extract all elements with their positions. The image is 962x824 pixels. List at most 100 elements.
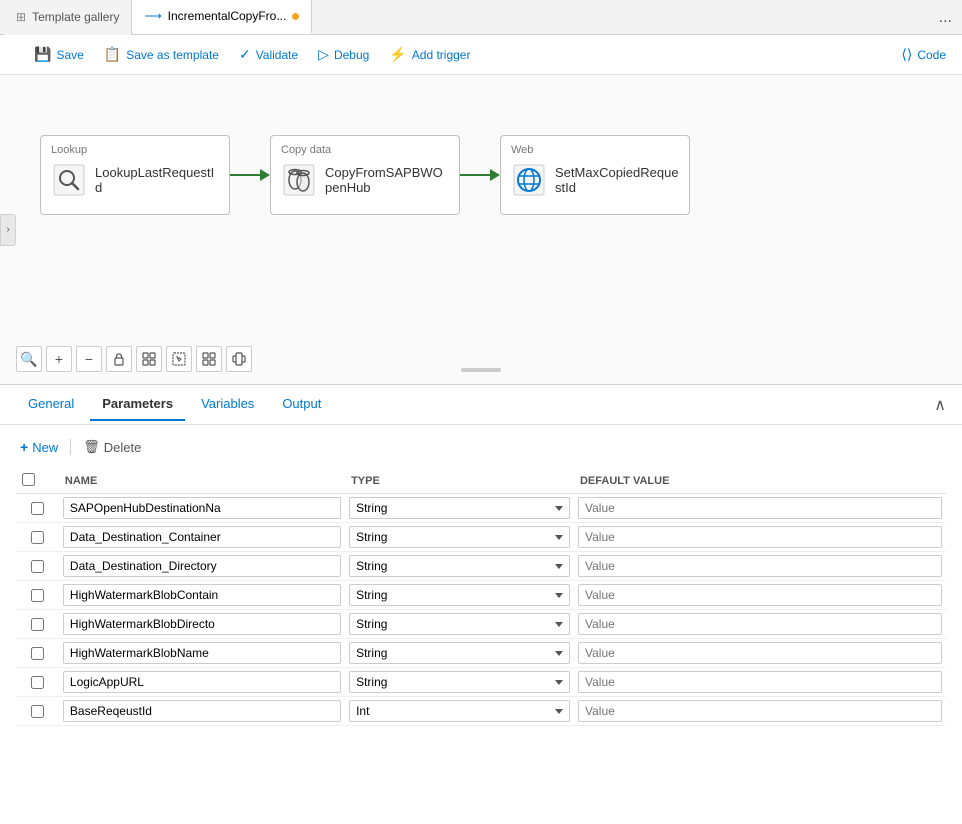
trigger-icon: ⚡ — [389, 46, 406, 63]
header-name: NAME — [59, 469, 345, 494]
pipeline-icon: ⟶ — [144, 9, 161, 23]
node-copy-name: CopyFromSAPBWOpenHub — [325, 165, 449, 195]
param-default-input-6[interactable] — [578, 671, 942, 693]
zoom-controls: 🔍 + − — [16, 346, 252, 372]
param-default-input-7[interactable] — [578, 700, 942, 722]
delete-parameter-button[interactable]: 🗑 Delete — [79, 435, 145, 459]
param-default-input-4[interactable] — [578, 613, 942, 635]
parameters-table: NAME TYPE DEFAULT VALUE String Int Bool … — [16, 469, 946, 726]
lookup-icon — [51, 162, 87, 198]
node-web-type-label: Web — [511, 144, 679, 156]
validate-icon: ✓ — [239, 46, 251, 63]
param-default-input-1[interactable] — [578, 526, 942, 548]
new-delete-toolbar: + New 🗑 Delete — [16, 435, 946, 459]
pipeline-flow: Lookup LookupLastRequestId Copy data — [40, 135, 690, 215]
tab-parameters[interactable]: Parameters — [90, 388, 185, 421]
header-type: TYPE — [345, 469, 574, 494]
table-row: String Int Bool Array Object Float — [16, 552, 946, 581]
save-button[interactable]: 💾 Save — [26, 42, 92, 67]
new-delete-separator — [70, 439, 71, 455]
more-tabs-button[interactable]: ... — [929, 0, 962, 35]
fit-to-screen-button[interactable] — [136, 346, 162, 372]
panel-tabs-row: General Parameters Variables Output ∧ — [0, 385, 962, 425]
param-type-select-1[interactable]: String Int Bool Array Object Float — [349, 526, 570, 548]
table-row: String Int Bool Array Object Float — [16, 668, 946, 697]
web-icon — [511, 162, 547, 198]
collapse-panel-button[interactable]: ∧ — [934, 395, 946, 415]
node-lookup-name: LookupLastRequestId — [95, 165, 219, 195]
unsaved-indicator — [292, 13, 299, 20]
row-checkbox-1[interactable] — [31, 531, 44, 544]
copy-data-icon — [281, 162, 317, 198]
collapse-nodes-button[interactable] — [226, 346, 252, 372]
param-name-input-7[interactable] — [63, 700, 341, 722]
tab-incremental-copy[interactable]: ⟶ IncrementalCopyFro... — [132, 0, 312, 34]
param-name-input-3[interactable] — [63, 584, 341, 606]
new-parameter-button[interactable]: + New — [16, 435, 62, 459]
param-type-select-7[interactable]: String Int Bool Array Object Float — [349, 700, 570, 722]
tab-output[interactable]: Output — [270, 388, 333, 421]
table-row: String Int Bool Array Object Float — [16, 639, 946, 668]
table-row: String Int Bool Array Object Float — [16, 697, 946, 726]
param-default-input-5[interactable] — [578, 642, 942, 664]
param-type-select-5[interactable]: String Int Bool Array Object Float — [349, 642, 570, 664]
param-name-input-2[interactable] — [63, 555, 341, 577]
param-default-input-2[interactable] — [578, 555, 942, 577]
debug-icon: ▷ — [318, 46, 329, 63]
tab-template-gallery[interactable]: ⊞ Template gallery — [4, 0, 132, 35]
zoom-out-button[interactable]: − — [76, 346, 102, 372]
select-all-checkbox[interactable] — [22, 473, 35, 486]
param-type-select-6[interactable]: String Int Bool Array Object Float — [349, 671, 570, 693]
node-web-name: SetMaxCopiedRequestId — [555, 165, 679, 195]
save-icon: 💾 — [34, 46, 51, 63]
chevron-right-icon: › — [6, 224, 9, 235]
sidebar-expand-button[interactable]: › — [0, 214, 16, 246]
node-lookup[interactable]: Lookup LookupLastRequestId — [40, 135, 230, 215]
code-icon: ⟨⟩ — [901, 46, 912, 63]
param-name-input-5[interactable] — [63, 642, 341, 664]
zoom-in-button[interactable]: + — [46, 346, 72, 372]
tab-bar: ⊞ Template gallery ⟶ IncrementalCopyFro.… — [0, 0, 962, 35]
row-checkbox-0[interactable] — [31, 502, 44, 515]
row-checkbox-7[interactable] — [31, 705, 44, 718]
add-trigger-button[interactable]: ⚡ Add trigger — [381, 42, 478, 67]
drag-handle[interactable] — [461, 368, 501, 372]
header-checkbox-col — [16, 469, 59, 494]
save-template-icon: 📋 — [104, 46, 121, 63]
table-row: String Int Bool Array Object Float — [16, 523, 946, 552]
param-name-input-0[interactable] — [63, 497, 341, 519]
node-web[interactable]: Web SetMaxCopiedRequestId — [500, 135, 690, 215]
lock-button[interactable] — [106, 346, 132, 372]
pipeline-canvas[interactable]: › Lookup LookupLastRequestId Copy data — [0, 75, 962, 385]
bottom-panel: General Parameters Variables Output ∧ + … — [0, 385, 962, 736]
param-type-select-4[interactable]: String Int Bool Array Object Float — [349, 613, 570, 635]
debug-button[interactable]: ▷ Debug — [310, 42, 377, 67]
select-tool-button[interactable] — [166, 346, 192, 372]
row-checkbox-2[interactable] — [31, 560, 44, 573]
param-name-input-1[interactable] — [63, 526, 341, 548]
code-button[interactable]: ⟨⟩ Code — [893, 42, 954, 67]
param-type-select-0[interactable]: String Int Bool Array Object Float — [349, 497, 570, 519]
param-default-input-0[interactable] — [578, 497, 942, 519]
row-checkbox-6[interactable] — [31, 676, 44, 689]
row-checkbox-5[interactable] — [31, 647, 44, 660]
param-type-select-3[interactable]: String Int Bool Array Object Float — [349, 584, 570, 606]
row-checkbox-4[interactable] — [31, 618, 44, 631]
trash-icon: 🗑 — [83, 439, 100, 455]
save-as-template-button[interactable]: 📋 Save as template — [96, 42, 227, 67]
node-copy-data[interactable]: Copy data CopyFromSAPBWOpenHub — [270, 135, 460, 215]
param-type-select-2[interactable]: String Int Bool Array Object Float — [349, 555, 570, 577]
tab-variables[interactable]: Variables — [189, 388, 266, 421]
node-copy-type-label: Copy data — [281, 144, 449, 156]
tab-general[interactable]: General — [16, 388, 86, 421]
search-zoom-button[interactable]: 🔍 — [16, 346, 42, 372]
param-name-input-4[interactable] — [63, 613, 341, 635]
table-row: String Int Bool Array Object Float — [16, 581, 946, 610]
param-name-input-6[interactable] — [63, 671, 341, 693]
validate-button[interactable]: ✓ Validate — [231, 42, 306, 67]
param-default-input-3[interactable] — [578, 584, 942, 606]
toolbar: 💾 Save 📋 Save as template ✓ Validate ▷ D… — [0, 35, 962, 75]
auto-layout-button[interactable] — [196, 346, 222, 372]
row-checkbox-3[interactable] — [31, 589, 44, 602]
table-row: String Int Bool Array Object Float — [16, 610, 946, 639]
